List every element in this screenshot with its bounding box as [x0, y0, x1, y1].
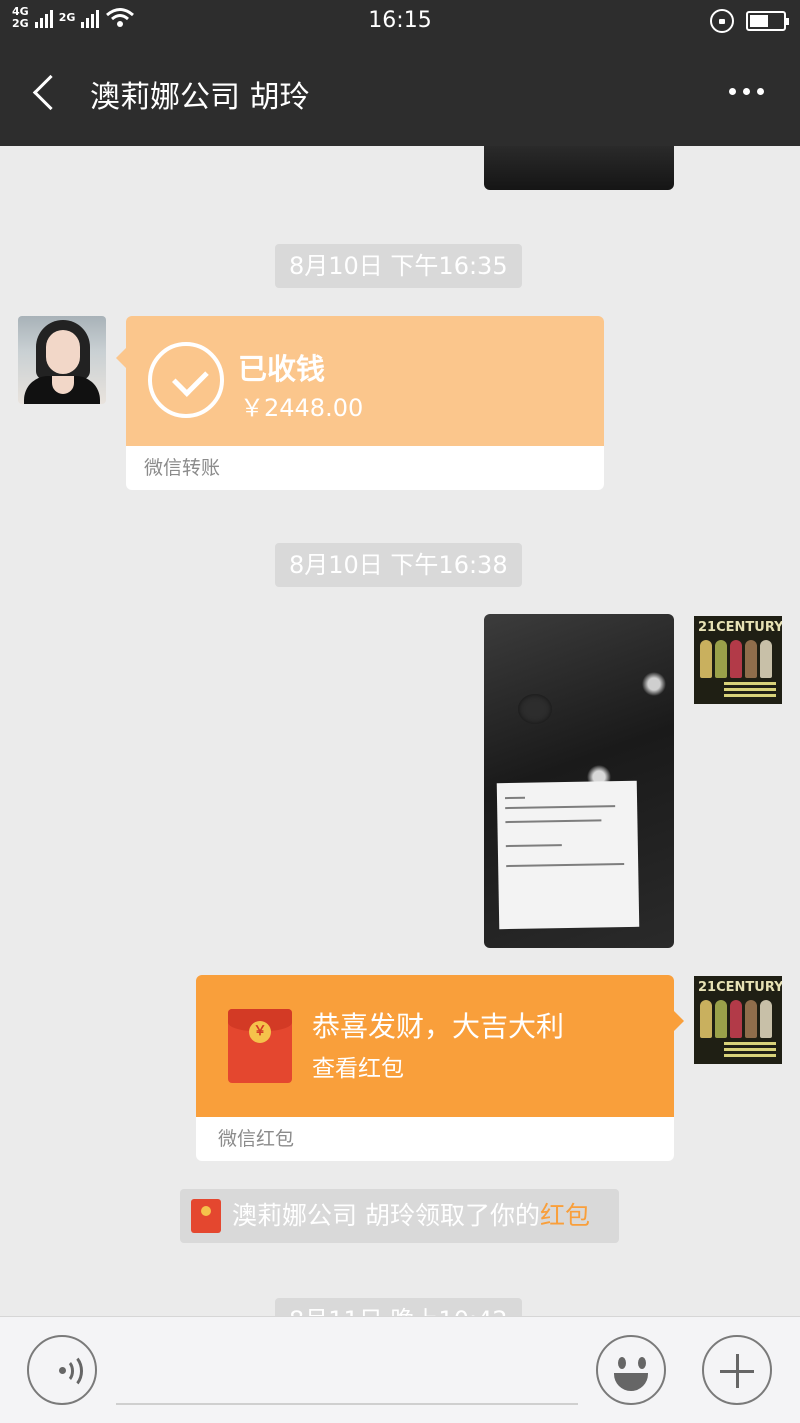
system-notice-text: 澳莉娜公司 胡玲领取了你的红包 [232, 1189, 590, 1243]
clock: 16:15 [368, 8, 432, 33]
chat-messages[interactable]: 8月10日 下午16:35 已收钱 ￥2448.00 微信转账 8月10日 下午… [0, 146, 800, 1316]
message-input[interactable] [116, 1403, 578, 1405]
red-packet-link[interactable]: 红包 [540, 1201, 590, 1230]
status-right [710, 9, 789, 33]
chat-header: 澳莉娜公司 胡玲 [0, 42, 800, 146]
red-packet-wish: 恭喜发财，大吉大利 [312, 1010, 565, 1043]
red-packet-coin: ￥ [249, 1021, 271, 1043]
transfer-amount: ￥2448.00 [240, 394, 364, 422]
message-timestamp: 8月10日 下午16:35 [275, 244, 522, 288]
image-message-partial[interactable] [484, 146, 674, 190]
red-packet-footer: 微信红包 [196, 1117, 674, 1161]
handwritten-note [496, 780, 640, 930]
transfer-footer: 微信转账 [126, 446, 604, 490]
transfer-status: 已收钱 [238, 352, 326, 386]
status-bar: 4G 2G 2G 16:15 [0, 0, 800, 42]
emoji-button[interactable] [596, 1335, 666, 1405]
message-timestamp: 8月10日 下午16:38 [275, 543, 522, 587]
avatar-brand-text: 21CENTURY [698, 620, 782, 635]
red-packet-message[interactable]: ￥ 恭喜发财，大吉大利 查看红包 微信红包 [196, 975, 684, 1161]
voice-input-button[interactable] [27, 1335, 97, 1405]
check-circle-icon [148, 342, 224, 418]
system-notice: 澳莉娜公司 胡玲领取了你的红包 [180, 1189, 619, 1243]
my-avatar[interactable]: 21CENTURY [694, 616, 782, 704]
avatar-brand-text: 21CENTURY [698, 980, 782, 995]
image-message[interactable] [484, 614, 674, 948]
red-packet-icon: ￥ [228, 1009, 292, 1083]
rotation-lock-icon [710, 9, 734, 33]
my-avatar[interactable]: 21CENTURY [694, 976, 782, 1064]
back-chevron-icon[interactable] [28, 72, 64, 116]
red-packet-view: 查看红包 [312, 1056, 404, 1082]
input-bar [0, 1316, 800, 1423]
message-timestamp-partial: 8月11日 晚上10:42 [275, 1298, 522, 1316]
transfer-message[interactable]: 已收钱 ￥2448.00 微信转账 [116, 316, 604, 490]
chat-title: 澳莉娜公司 胡玲 [90, 80, 310, 115]
more-options-icon[interactable] [729, 88, 764, 95]
battery-icon [746, 11, 789, 31]
system-notice-prefix: 澳莉娜公司 胡玲领取了你的 [232, 1201, 540, 1230]
mini-red-packet-icon [191, 1199, 221, 1233]
add-attachment-button[interactable] [702, 1335, 772, 1405]
contact-avatar[interactable] [18, 316, 106, 404]
